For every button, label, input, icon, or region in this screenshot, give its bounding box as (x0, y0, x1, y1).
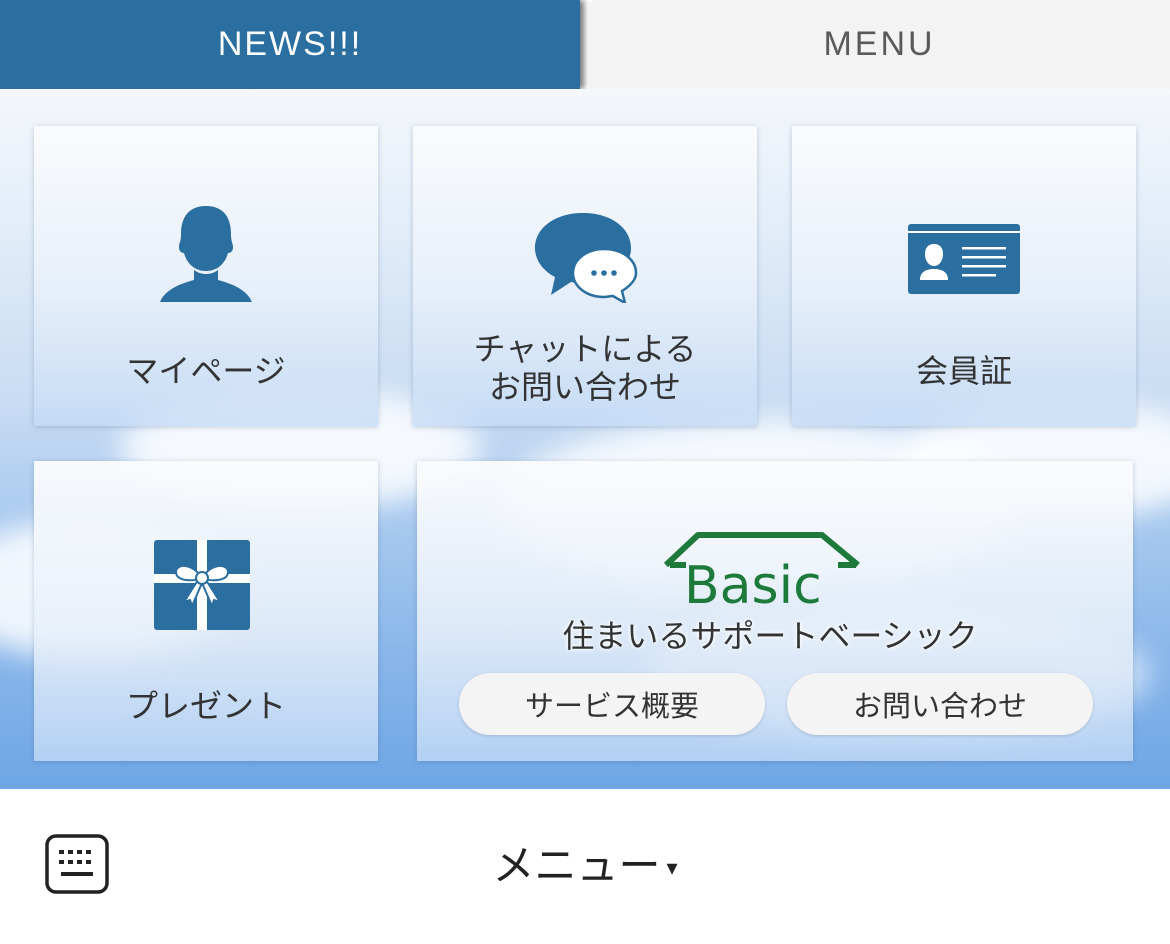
tile-chat-label-line2: お問い合わせ (488, 368, 681, 406)
tile-chat-inquiry[interactable]: チャットによる お問い合わせ (413, 126, 757, 426)
person-icon (160, 206, 252, 302)
tile-mypage-label: マイページ (126, 352, 286, 390)
tile-present[interactable]: プレゼント (34, 461, 378, 761)
tile-basic-service: Basic 住まいるサポートベーシック サービス概要 お問い合わせ (417, 461, 1133, 761)
basic-caption: 住まいるサポートベーシック (562, 617, 978, 655)
chat-bubbles-icon (535, 213, 638, 303)
tile-present-label: プレゼント (125, 687, 286, 725)
tile-member-card[interactable]: 会員証 (792, 126, 1136, 426)
gift-icon (154, 540, 250, 630)
chevron-down-icon: ▾ (666, 855, 678, 881)
tile-chat-label-line1: チャットによる (473, 330, 697, 368)
service-overview-button[interactable]: サービス概要 (459, 673, 765, 735)
menu-panel: マイページ チャットによる お問い合わせ 会員証 プレゼント Basic 住まい… (0, 89, 1170, 789)
tab-news[interactable]: NEWS!!! (0, 0, 580, 89)
menu-toggle[interactable]: メニュー ▾ (0, 838, 1170, 897)
tab-menu[interactable]: MENU (589, 0, 1170, 89)
basic-logo-text: Basic (684, 556, 822, 616)
menu-toggle-label: メニュー (492, 841, 661, 890)
id-card-icon (908, 224, 1020, 294)
contact-button[interactable]: お問い合わせ (787, 673, 1093, 735)
tab-bar: NEWS!!! MENU (0, 0, 1170, 89)
tile-member-card-label: 会員証 (915, 352, 1012, 390)
tile-mypage[interactable]: マイページ (34, 126, 378, 426)
